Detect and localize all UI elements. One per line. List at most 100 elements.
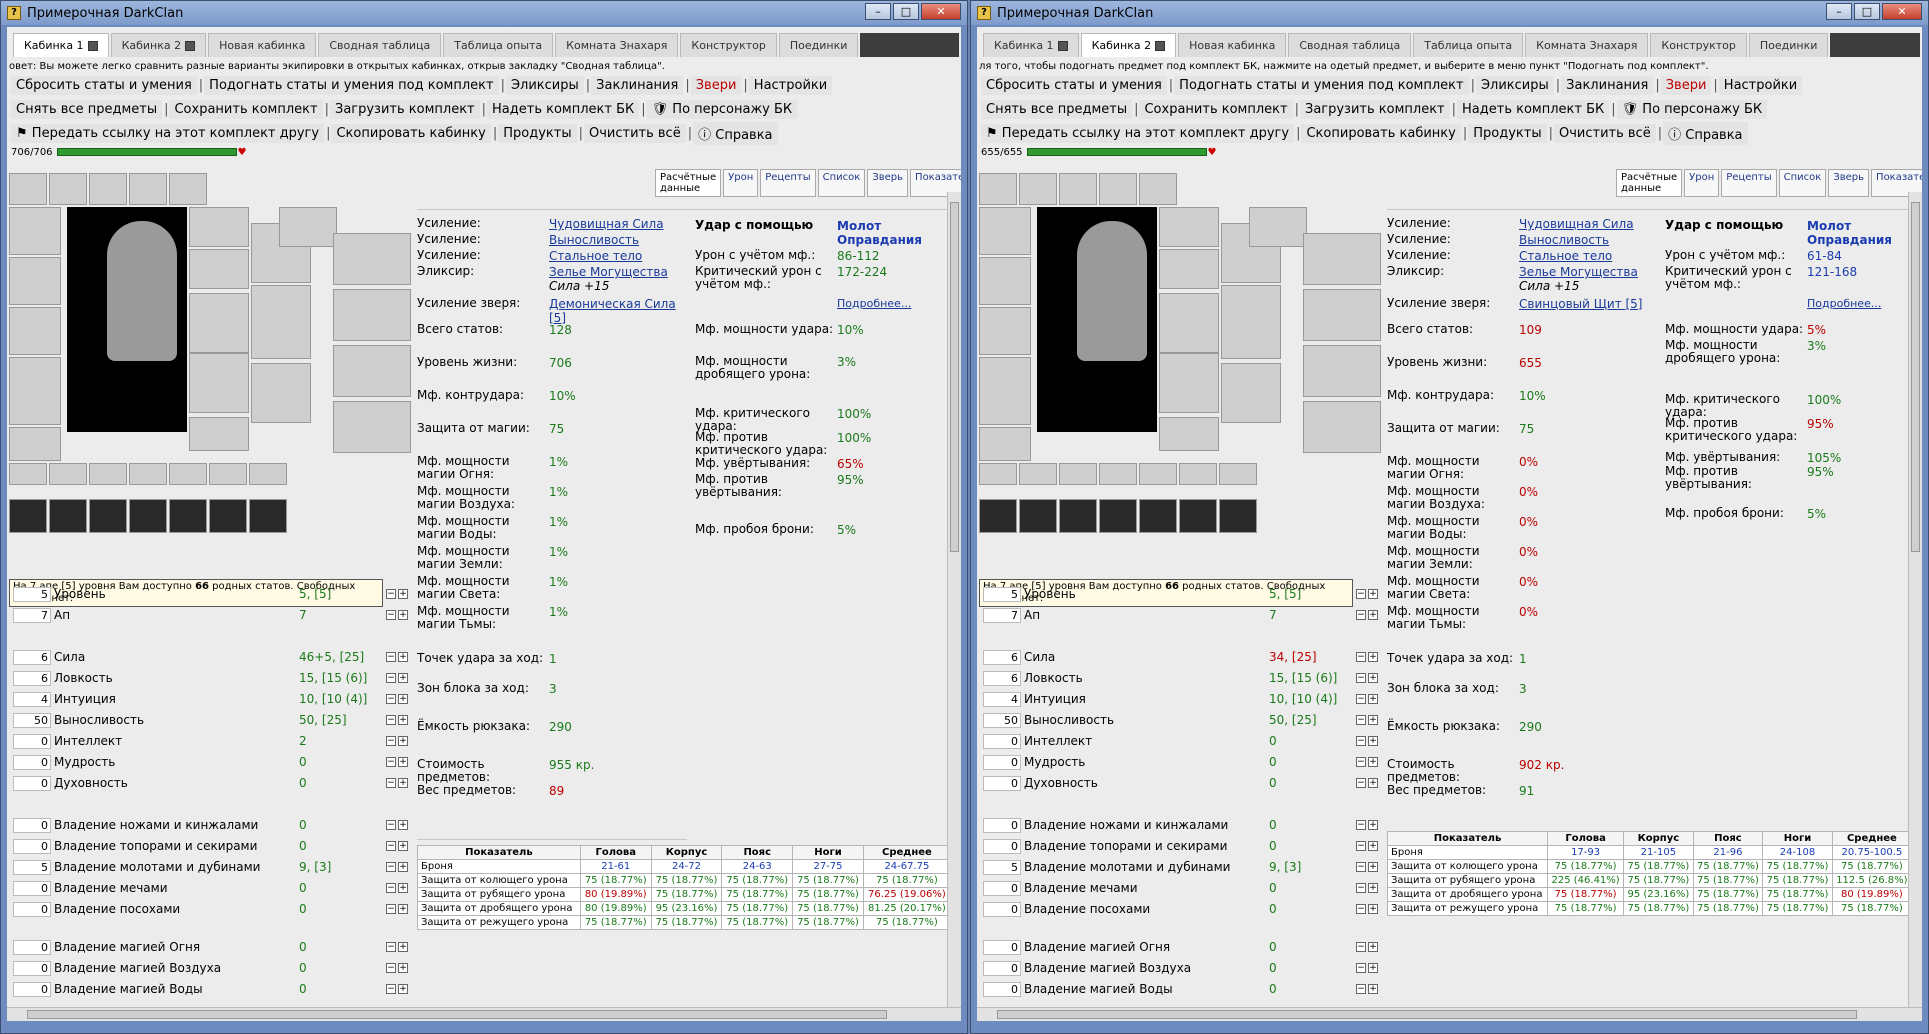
equipment-slot[interactable]: [979, 357, 1031, 425]
equipment-slot[interactable]: [251, 363, 311, 423]
stat-input[interactable]: 0: [983, 775, 1021, 791]
stat-input[interactable]: 5: [983, 859, 1021, 875]
tab-3[interactable]: Сводная таблица: [318, 33, 442, 57]
minus-button[interactable]: −: [1356, 673, 1366, 683]
stat-input[interactable]: 0: [13, 733, 51, 749]
buff-link[interactable]: Стальное тело: [1519, 249, 1612, 263]
buff-link[interactable]: Выносливость: [1519, 233, 1609, 247]
inventory-slot[interactable]: [1179, 499, 1217, 533]
inventory-slot[interactable]: [1019, 463, 1057, 485]
inventory-slot[interactable]: [1059, 499, 1097, 533]
minus-button[interactable]: −: [386, 963, 396, 973]
pet-slot[interactable]: [333, 345, 411, 397]
minus-button[interactable]: −: [1356, 736, 1366, 746]
minus-button[interactable]: −: [1356, 652, 1366, 662]
toolbar-3-item-4[interactable]: ⓘ Справка: [1663, 121, 1748, 145]
minus-button[interactable]: −: [1356, 942, 1366, 952]
toolbar-3-item-0[interactable]: ⚑ Передать ссылку на этот комплект другу: [11, 123, 325, 143]
inventory-slot[interactable]: [129, 463, 167, 485]
inventory-slot[interactable]: [1139, 463, 1177, 485]
stat-input[interactable]: 4: [13, 691, 51, 707]
minus-button[interactable]: −: [386, 942, 396, 952]
equipment-slot[interactable]: [189, 353, 249, 413]
top-slot[interactable]: [9, 173, 47, 205]
equipment-slot[interactable]: [189, 207, 249, 247]
minus-button[interactable]: −: [1356, 862, 1366, 872]
calc-tab-2[interactable]: Рецепты: [760, 169, 816, 197]
minus-button[interactable]: −: [386, 778, 396, 788]
equipment-slot[interactable]: [9, 427, 61, 461]
inventory-slot[interactable]: [49, 499, 87, 533]
toolbar-2-item-1[interactable]: Сохранить комплект: [169, 99, 323, 119]
stat-input[interactable]: 0: [983, 880, 1021, 896]
toolbar-2-item-4[interactable]: 🛡 По персонажу БК: [1616, 99, 1768, 119]
plus-button[interactable]: +: [1368, 963, 1378, 973]
toolbar-3-item-2[interactable]: Продукты: [1468, 123, 1547, 143]
plus-button[interactable]: +: [398, 984, 408, 994]
minus-button[interactable]: −: [1356, 883, 1366, 893]
stat-input[interactable]: 50: [983, 712, 1021, 728]
tab-0[interactable]: Кабинка 1: [983, 33, 1079, 57]
cabin-menu-icon[interactable]: [1155, 40, 1166, 51]
equipment-slot[interactable]: [1221, 285, 1281, 359]
equipment-slot[interactable]: [979, 257, 1031, 305]
stat-input[interactable]: 7: [983, 607, 1021, 623]
equipment-slot[interactable]: [9, 307, 61, 355]
plus-button[interactable]: +: [398, 610, 408, 620]
horizontal-scrollbar[interactable]: [7, 1007, 961, 1021]
pet-slot[interactable]: [1303, 289, 1381, 341]
stat-input[interactable]: 6: [983, 670, 1021, 686]
plus-button[interactable]: +: [398, 862, 408, 872]
plus-button[interactable]: +: [1368, 673, 1378, 683]
plus-button[interactable]: +: [1368, 652, 1378, 662]
plus-button[interactable]: +: [1368, 610, 1378, 620]
inventory-slot[interactable]: [9, 463, 47, 485]
equipment-slot[interactable]: [979, 207, 1031, 255]
minus-button[interactable]: −: [1356, 757, 1366, 767]
plus-button[interactable]: +: [398, 942, 408, 952]
toolbar-3-item-1[interactable]: Скопировать кабинку: [331, 123, 491, 143]
minus-button[interactable]: −: [386, 757, 396, 767]
inventory-slot[interactable]: [979, 499, 1017, 533]
equipment-slot[interactable]: [189, 417, 249, 451]
toolbar-2-item-1[interactable]: Сохранить комплект: [1139, 99, 1293, 119]
plus-button[interactable]: +: [398, 820, 408, 830]
top-slot[interactable]: [1059, 173, 1097, 205]
tab-4[interactable]: Таблица опыта: [1413, 33, 1524, 57]
calc-tab-1[interactable]: Урон: [723, 169, 759, 197]
plus-button[interactable]: +: [1368, 736, 1378, 746]
calc-tab-4[interactable]: Зверь: [867, 169, 909, 197]
minus-button[interactable]: −: [386, 841, 396, 851]
stat-input[interactable]: 0: [13, 775, 51, 791]
calc-tab-0[interactable]: Расчётные данные: [655, 169, 722, 197]
buff-link[interactable]: Выносливость: [549, 233, 639, 247]
toolbar-3-item-4[interactable]: ⓘ Справка: [693, 121, 778, 145]
pet-slot[interactable]: [1303, 233, 1381, 285]
plus-button[interactable]: +: [1368, 757, 1378, 767]
stat-input[interactable]: 0: [983, 901, 1021, 917]
toolbar-2-item-0[interactable]: Снять все предметы: [981, 99, 1133, 119]
calc-tab-3[interactable]: Список: [1778, 169, 1827, 197]
inventory-slot[interactable]: [249, 499, 287, 533]
toolbar-1-item-3[interactable]: Заклинания: [1561, 75, 1654, 95]
top-slot[interactable]: [1139, 173, 1177, 205]
minus-button[interactable]: −: [1356, 904, 1366, 914]
pet-slot[interactable]: [1303, 345, 1381, 397]
plus-button[interactable]: +: [398, 778, 408, 788]
stat-input[interactable]: 0: [983, 754, 1021, 770]
plus-button[interactable]: +: [1368, 942, 1378, 952]
inventory-slot[interactable]: [1139, 499, 1177, 533]
toolbar-1-item-3[interactable]: Заклинания: [591, 75, 684, 95]
tab-0[interactable]: Кабинка 1: [13, 33, 109, 57]
plus-button[interactable]: +: [1368, 984, 1378, 994]
plus-button[interactable]: +: [1368, 589, 1378, 599]
vertical-scrollbar[interactable]: [1908, 192, 1922, 1007]
plus-button[interactable]: +: [398, 757, 408, 767]
minus-button[interactable]: −: [386, 589, 396, 599]
minus-button[interactable]: −: [386, 673, 396, 683]
pet-slot[interactable]: [1303, 401, 1381, 453]
scroll-thumb[interactable]: [1911, 202, 1920, 552]
minimize-button[interactable]: –: [865, 3, 891, 20]
calc-tab-2[interactable]: Рецепты: [1721, 169, 1777, 197]
calc-tab-4[interactable]: Зверь: [1828, 169, 1870, 197]
